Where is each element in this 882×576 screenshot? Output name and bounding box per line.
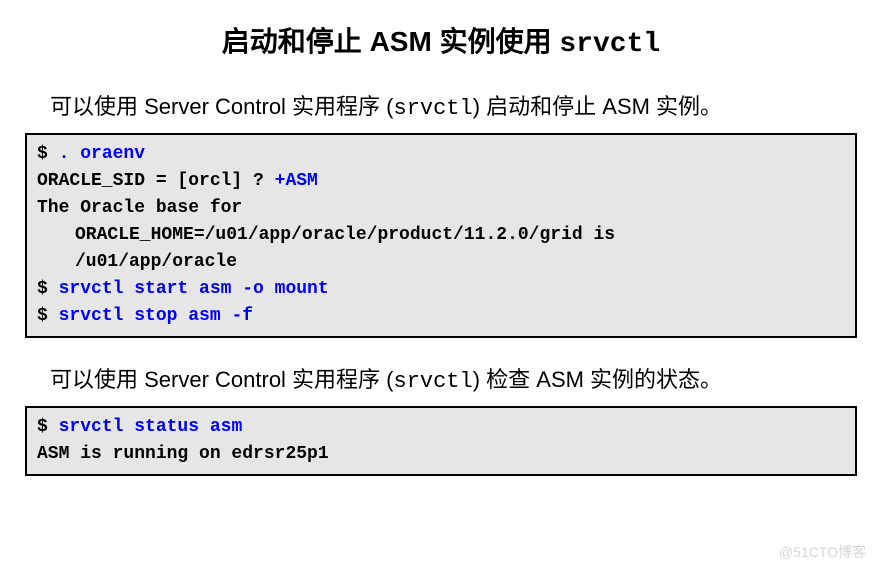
shell-prompt: $	[37, 144, 59, 164]
shell-prompt: $	[37, 279, 59, 299]
title-code: srvctl	[559, 29, 660, 60]
code-line: $ srvctl status asm	[37, 414, 845, 441]
code-line: ORACLE_SID = [orcl] ? +ASM	[37, 168, 845, 195]
code-line: $ . oraenv	[37, 141, 845, 168]
code-line: The Oracle base for	[37, 195, 845, 222]
command: srvctl status asm	[59, 417, 243, 437]
watermark: @51CTO博客	[779, 542, 866, 562]
code-line: $ srvctl stop asm -f	[37, 303, 845, 330]
output-text: ASM is running on edrsr25p1	[37, 444, 329, 464]
description-1: 可以使用 Server Control 实用程序 (srvctl) 启动和停止 …	[50, 90, 837, 125]
shell-prompt: $	[37, 417, 59, 437]
command: . oraenv	[59, 144, 145, 164]
code-block-1: $ . oraenv ORACLE_SID = [orcl] ? +ASM Th…	[25, 133, 857, 338]
desc1-code: srvctl	[394, 96, 473, 121]
desc2-code: srvctl	[394, 369, 473, 394]
shell-prompt: $	[37, 306, 59, 326]
code-line: ORACLE_HOME=/u01/app/oracle/product/11.2…	[75, 222, 845, 249]
code-line: ASM is running on edrsr25p1	[37, 441, 845, 468]
output-text: ORACLE_HOME=/u01/app/oracle/product/11.2…	[75, 225, 615, 245]
output-text: /u01/app/oracle	[75, 252, 237, 272]
user-input: +ASM	[275, 171, 318, 191]
desc2-part1: 可以使用 Server Control 实用程序 (	[50, 367, 394, 392]
code-block-2: $ srvctl status asm ASM is running on ed…	[25, 406, 857, 476]
command: srvctl start asm -o mount	[59, 279, 329, 299]
output-text: The Oracle base for	[37, 198, 242, 218]
description-2: 可以使用 Server Control 实用程序 (srvctl) 检查 ASM…	[50, 363, 837, 398]
page-title: 启动和停止 ASM 实例使用 srvctl	[25, 20, 857, 60]
output-text: ORACLE_SID = [orcl] ?	[37, 171, 275, 191]
desc2-part2: ) 检查 ASM 实例的状态。	[473, 367, 722, 392]
desc1-part1: 可以使用 Server Control 实用程序 (	[50, 94, 394, 119]
code-line: $ srvctl start asm -o mount	[37, 276, 845, 303]
code-line: /u01/app/oracle	[75, 249, 845, 276]
title-prefix: 启动和停止 ASM 实例使用	[222, 26, 560, 57]
command: srvctl stop asm -f	[59, 306, 253, 326]
desc1-part2: ) 启动和停止 ASM 实例。	[473, 94, 722, 119]
